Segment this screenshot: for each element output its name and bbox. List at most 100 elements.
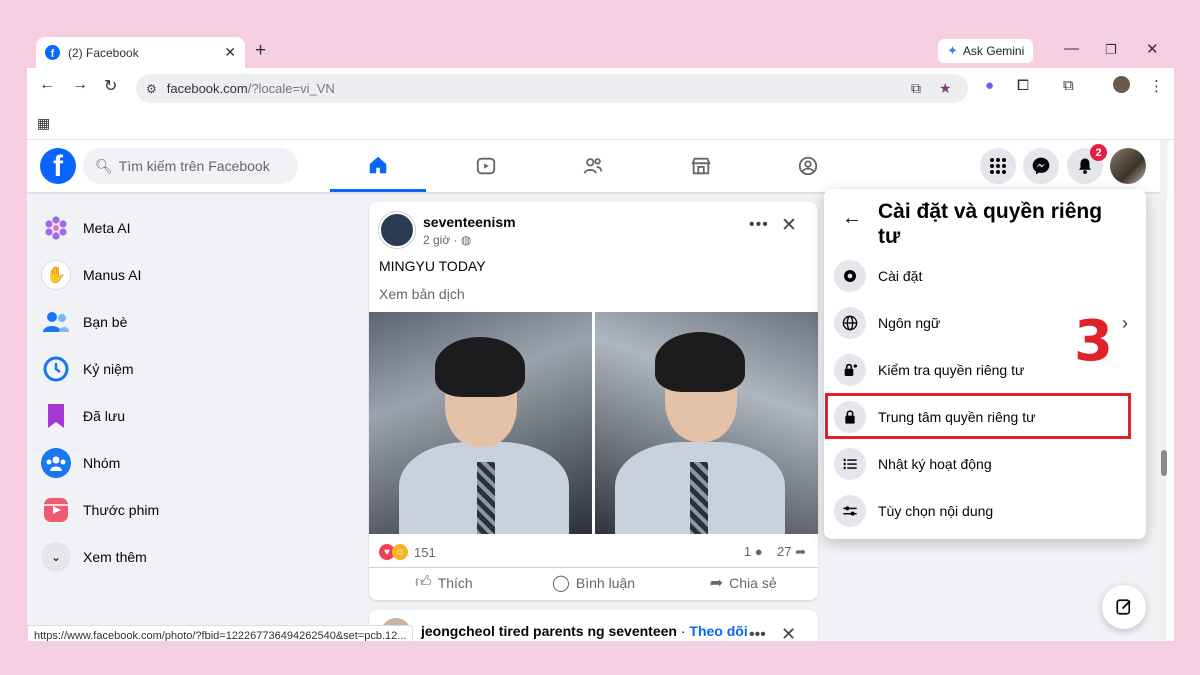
friends-icon [41,307,71,337]
nav-gaming[interactable] [760,140,856,192]
sidebar-item-manus-ai[interactable]: ✋ Manus AI [35,251,355,298]
sidebar-label: Đã lưu [83,407,126,424]
bookmark-star-icon[interactable]: ★ [939,74,952,103]
facebook-logo-icon[interactable]: f [40,148,76,184]
facebook-search[interactable]: 🔍︎ Tìm kiếm trên Facebook [83,148,298,184]
sidebar-item-see-more[interactable]: ⌄ Xem thêm [35,533,355,580]
post-time[interactable]: 2 giờ · ◍ [423,233,471,247]
new-tab-button[interactable]: + [255,40,266,62]
lock-icon [834,401,866,433]
extensions-puzzle-icon[interactable]: ⧠ [1017,77,1029,94]
bell-icon [1079,158,1091,174]
sidebar-item-meta-ai[interactable]: Meta AI [35,204,355,251]
sidebar-label: Kỷ niệm [83,360,134,377]
menu-grid-button[interactable] [980,148,1016,184]
left-sidebar: Meta AI ✋ Manus AI Bạn bè Kỷ niệm Đã lưu… [35,204,355,580]
close-icon[interactable]: ✕ [781,624,796,641]
messenger-button[interactable] [1023,148,1059,184]
sidebar-item-saved[interactable]: Đã lưu [35,392,355,439]
apps-grid-icon[interactable]: ▦ [37,115,50,132]
gear-icon [834,260,866,292]
share-button[interactable]: ➦ Chia sẻ [668,568,818,597]
restore-icon[interactable]: ❐ [1105,42,1117,58]
messenger-icon [1032,157,1050,175]
back-arrow-icon[interactable]: ← [842,207,862,230]
close-icon[interactable]: ✕ [781,214,797,237]
marketplace-icon [691,157,711,175]
engagement-counts[interactable]: 1 ● 27 ➦ [744,544,806,560]
gemini-spark-icon: ✦ [947,43,958,58]
back-arrow-icon[interactable]: ← [39,76,55,94]
extension-icon[interactable]: ● [985,77,994,94]
reactions-summary[interactable]: ♥ ☺ 151 [379,544,436,560]
step-number-annotation: 3 [1074,309,1113,374]
install-app-icon[interactable]: ⧉ [911,74,921,103]
care-reaction-icon: ☺ [392,544,408,560]
memories-icon [41,354,71,384]
video-icon [476,157,496,175]
post-author[interactable]: seventeenism [423,214,516,230]
facebook-page: f 🔍︎ Tìm kiếm trên Facebook 2 Meta AI ✋ … [27,140,1167,641]
menu-item-content-preferences[interactable]: Tùy chọn nội dung [834,488,1134,534]
menu-item-settings[interactable]: Cài đặt [834,253,1134,299]
nav-friends[interactable] [545,140,641,192]
nav-video[interactable] [438,140,534,192]
sidebar-item-groups[interactable]: Nhóm [35,439,355,486]
tab-facebook[interactable]: f (2) Facebook ✕ [36,37,245,68]
post-author-avatar[interactable] [379,212,415,248]
sidebar-item-friends[interactable]: Bạn bè [35,298,355,345]
browser-window: f (2) Facebook ✕ + ✦ Ask Gemini — ❐ ✕ ← … [27,34,1174,641]
forward-arrow-icon[interactable]: → [72,76,88,94]
tab-search-icon[interactable]: ⧉ [1063,77,1074,94]
tab-strip: f (2) Facebook ✕ + ✦ Ask Gemini — ❐ ✕ [27,34,1174,68]
account-avatar[interactable] [1110,148,1146,184]
nav-home[interactable] [330,140,426,192]
scrollbar-thumb[interactable] [1161,450,1167,476]
new-message-button[interactable] [1102,585,1146,629]
notifications-button[interactable]: 2 [1067,144,1107,184]
ask-gemini-button[interactable]: ✦ Ask Gemini [938,39,1034,63]
chevron-down-icon: ⌄ [41,541,71,572]
post-photo[interactable] [369,312,592,534]
like-button[interactable]: 👍︎ Thích [369,568,519,597]
reels-icon [41,495,71,525]
reload-icon[interactable]: ↻ [104,76,117,96]
minimize-icon[interactable]: — [1064,40,1079,57]
share-icon: ➦ [709,574,724,592]
sidebar-item-reels[interactable]: Thước phim [35,486,355,533]
list-icon [834,448,866,480]
nav-marketplace[interactable] [653,140,749,192]
sidebar-label: Bạn bè [83,313,128,330]
home-icon [369,156,387,173]
search-input[interactable]: Tìm kiếm trên Facebook [119,158,270,174]
bookmarks-bar: ▦ [27,108,1174,140]
menu-item-privacy-center[interactable]: Trung tâm quyền riêng tư [834,394,1134,440]
tab-close-icon[interactable]: ✕ [224,44,236,61]
sidebar-label: Manus AI [83,266,142,283]
window-close-icon[interactable]: ✕ [1146,40,1159,58]
see-translation-link[interactable]: Xem bản dịch [379,286,465,302]
friends-icon [583,158,603,174]
more-options-icon[interactable]: ••• [749,216,769,234]
comment-button[interactable]: ◯ Bình luận [519,568,669,597]
sidebar-label: Meta AI [83,219,131,236]
menu-item-activity-log[interactable]: Nhật ký hoạt động [834,441,1134,487]
sidebar-item-memories[interactable]: Kỷ niệm [35,345,355,392]
reaction-count: 151 [414,544,436,560]
facebook-header: f 🔍︎ Tìm kiếm trên Facebook 2 [27,140,1167,192]
address-bar[interactable]: ⚙ facebook.com/?locale=vi_VN ⧉ ★ [136,74,968,103]
feed-post: seventeenism 2 giờ · ◍ ••• ✕ MINGYU TODA… [369,202,818,600]
kebab-menu-icon[interactable]: ⋮ [1149,77,1164,95]
post-photo[interactable] [595,312,818,534]
sidebar-label: Nhóm [83,454,121,471]
page-scrollbar[interactable] [1160,140,1167,641]
more-options-icon[interactable]: ••• [749,626,766,641]
site-info-icon[interactable]: ⚙ [146,82,157,96]
comment-count: 1 [743,544,752,559]
menu-title: Cài đặt và quyền riêng tư [878,200,1103,248]
follow-link[interactable]: Theo dõi [689,623,747,639]
saved-icon [41,401,71,431]
sidebar-label: Xem thêm [83,548,147,565]
profile-avatar-icon[interactable] [1113,76,1130,93]
share-arrow-icon: ➦ [795,544,806,559]
